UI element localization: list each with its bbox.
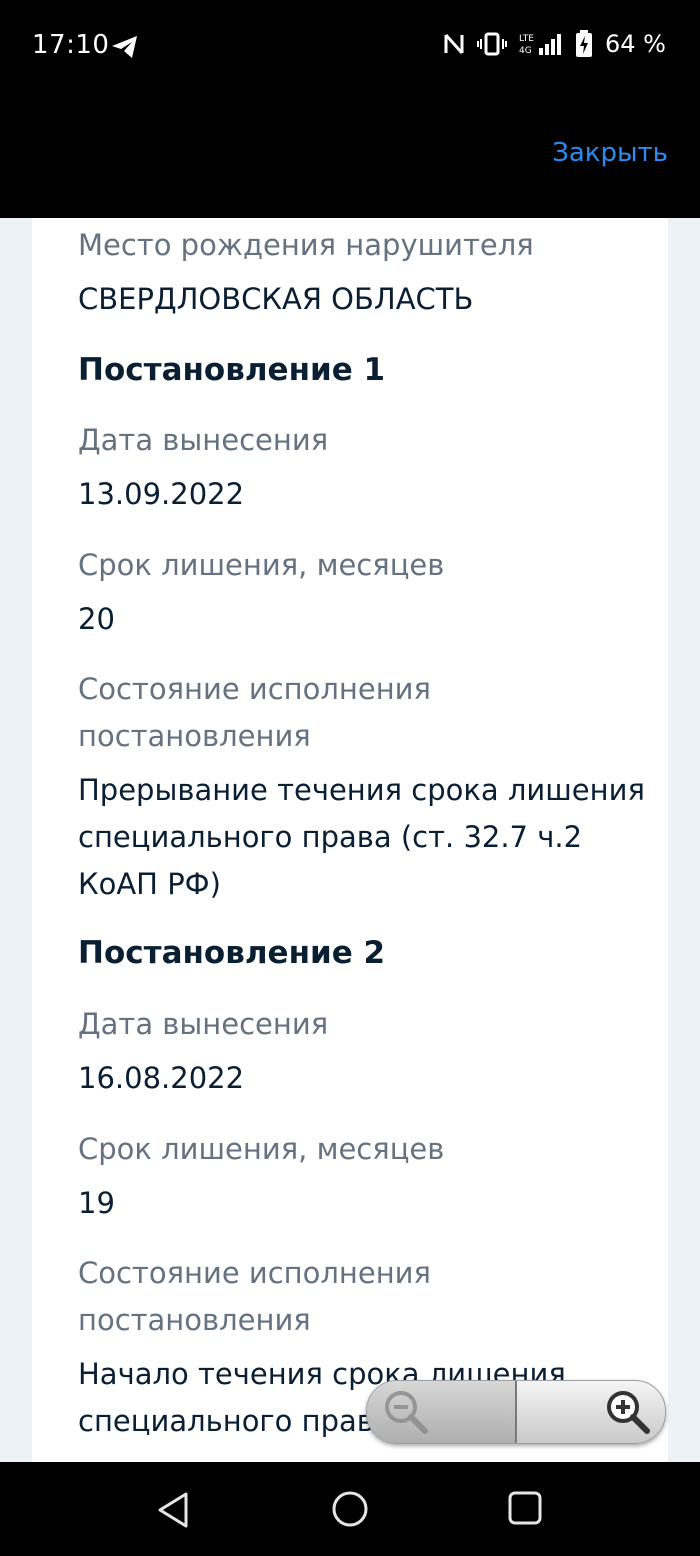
lte-signal-icon: LTE 4G [519, 34, 562, 56]
close-button[interactable]: Закрыть [552, 138, 668, 168]
details-card: Место рождения нарушителя СВЕРДЛОВСКАЯ О… [32, 218, 668, 1462]
modal-header: Закрыть [0, 96, 700, 218]
battery-charging-icon [576, 30, 593, 57]
system-nav-bar [0, 1462, 700, 1556]
status-time: 17:10 [32, 30, 110, 60]
status-bar: 17:10 LTE 4G 64 % [0, 0, 700, 96]
zoom-out-button[interactable] [367, 1381, 515, 1443]
ruling-2-term-value: 19 [78, 1186, 115, 1220]
page-content[interactable]: Место рождения нарушителя СВЕРДЛОВСКАЯ О… [0, 218, 700, 1462]
zoom-out-icon [385, 1391, 428, 1434]
ruling-2-title: Постановление 2 [78, 935, 386, 971]
ruling-2-term-label: Срок лишения, месяцев [78, 1132, 445, 1166]
telegram-icon [112, 36, 137, 58]
ruling-2-status-label-line2: постановления [78, 1303, 311, 1337]
ruling-1-status-value-line1: Прерывание течения срока лишения [78, 773, 645, 807]
ruling-1-status-label-line1: Состояние исполнения [78, 672, 431, 706]
ruling-1-title: Постановление 1 [78, 352, 386, 388]
vibrate-icon [477, 32, 508, 56]
back-icon[interactable] [154, 1490, 194, 1530]
recents-icon[interactable] [507, 1490, 543, 1526]
status-icons: LTE 4G 64 % [443, 30, 666, 58]
ruling-1-status-value-line3: КоАП РФ) [78, 867, 221, 901]
ruling-2-status-label: Состояние исполнения постановления [78, 1250, 431, 1344]
svg-text:LTE: LTE [519, 34, 534, 44]
zoom-in-icon [607, 1391, 650, 1434]
zoom-in-button[interactable] [517, 1381, 665, 1443]
birthplace-value: СВЕРДЛОВСКАЯ ОБЛАСТЬ [78, 282, 474, 316]
ruling-1-status-value-line2: специального права (ст. 32.7 ч.2 [78, 820, 583, 854]
ruling-1-status-label: Состояние исполнения постановления [78, 666, 431, 760]
ruling-1-status-label-line2: постановления [78, 719, 311, 753]
ruling-1-date-label: Дата вынесения [78, 423, 329, 457]
ruling-1-term-label: Срок лишения, месяцев [78, 548, 445, 582]
ruling-2-status-label-line1: Состояние исполнения [78, 1256, 431, 1290]
ruling-2-date-value: 16.08.2022 [78, 1061, 245, 1095]
zoom-control [366, 1380, 666, 1444]
home-icon[interactable] [331, 1490, 369, 1528]
ruling-1-status-value: Прерывание течения срока лишения специал… [78, 767, 645, 908]
birthplace-label: Место рождения нарушителя [78, 228, 534, 262]
ruling-1-term-value: 20 [78, 602, 115, 636]
ruling-1-date-value: 13.09.2022 [78, 477, 245, 511]
svg-text:4G: 4G [519, 46, 532, 56]
nfc-icon [444, 34, 464, 54]
battery-percent: 64 % [605, 30, 666, 58]
ruling-2-date-label: Дата вынесения [78, 1007, 329, 1041]
